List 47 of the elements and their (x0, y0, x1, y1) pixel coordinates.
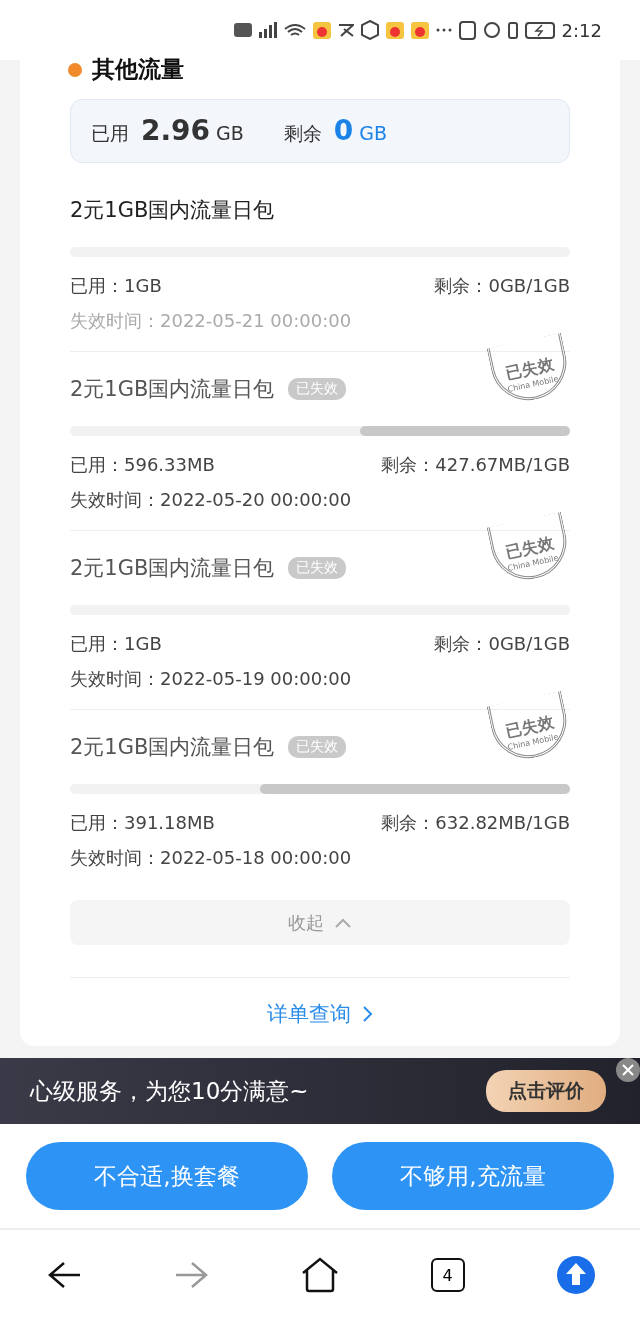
home-icon[interactable] (301, 1257, 339, 1293)
close-icon[interactable] (616, 1058, 640, 1082)
rate-button[interactable]: 点击评价 (486, 1070, 606, 1112)
used-value: 2.96 (141, 113, 211, 150)
used-unit: GB (216, 121, 244, 147)
more-icon (435, 28, 452, 32)
expiry-time: 失效时间：2022-05-19 00:00:00 (70, 667, 353, 692)
remaining-unit: GB (359, 121, 388, 147)
app-icon (312, 21, 331, 39)
signal-icon (258, 22, 277, 38)
remaining-label: 剩余 (283, 121, 322, 147)
used-amount: 已用：391.18MB (70, 811, 215, 836)
used-amount: 已用：596.33MB (70, 453, 215, 478)
battery-icon (524, 21, 555, 39)
action-button[interactable]: 不合适,换套餐 (26, 1142, 308, 1210)
detail-link[interactable]: 详单查询 (267, 1000, 373, 1028)
app-icon (385, 21, 404, 39)
wifi-icon (283, 22, 306, 38)
used-amount: 已用：1GB (70, 274, 162, 299)
back-icon[interactable] (46, 1259, 82, 1291)
chevron-up-icon (334, 916, 352, 929)
remaining-amount: 剩余：632.82MB/1GB (381, 811, 570, 836)
expiry-time: 失效时间：2022-05-18 00:00:00 (70, 846, 353, 871)
collapse-button[interactable]: 收起 (70, 900, 570, 946)
bullet-icon (68, 62, 82, 77)
expiry-time: 失效时间：2022-05-20 00:00:00 (70, 488, 353, 513)
app-icon (410, 21, 429, 39)
package-name: 2元1GB国内流量日包 (70, 376, 275, 404)
section-title: 其他流量 (92, 55, 184, 85)
banner-text: 心级服务，为您10分满意~ (30, 1076, 309, 1106)
chevron-right-icon (361, 1005, 373, 1023)
used-label: 已用 (91, 121, 129, 147)
expiry-time: 失效时间：2022-05-21 00:00:00 (70, 309, 353, 334)
clock-time: 2:12 (561, 19, 602, 41)
used-amount: 已用：1GB (70, 632, 162, 657)
remaining-amount: 剩余：0GB/1GB (434, 632, 570, 657)
tabs-button[interactable]: 4 (430, 1258, 465, 1292)
package-name: 2元1GB国内流量日包 (70, 734, 275, 762)
forward-icon[interactable] (173, 1259, 210, 1291)
remaining-amount: 剩余：0GB/1GB (434, 274, 570, 299)
package-name: 2元1GB国内流量日包 (70, 197, 275, 225)
package-name: 2元1GB国内流量日包 (70, 555, 275, 583)
upload-icon[interactable] (556, 1255, 596, 1295)
action-button[interactable]: 不够用,充流量 (332, 1142, 614, 1210)
app-icon (337, 23, 354, 37)
remaining-amount: 剩余：427.67MB/1GB (381, 453, 570, 478)
remaining-value: 0 (333, 113, 354, 150)
